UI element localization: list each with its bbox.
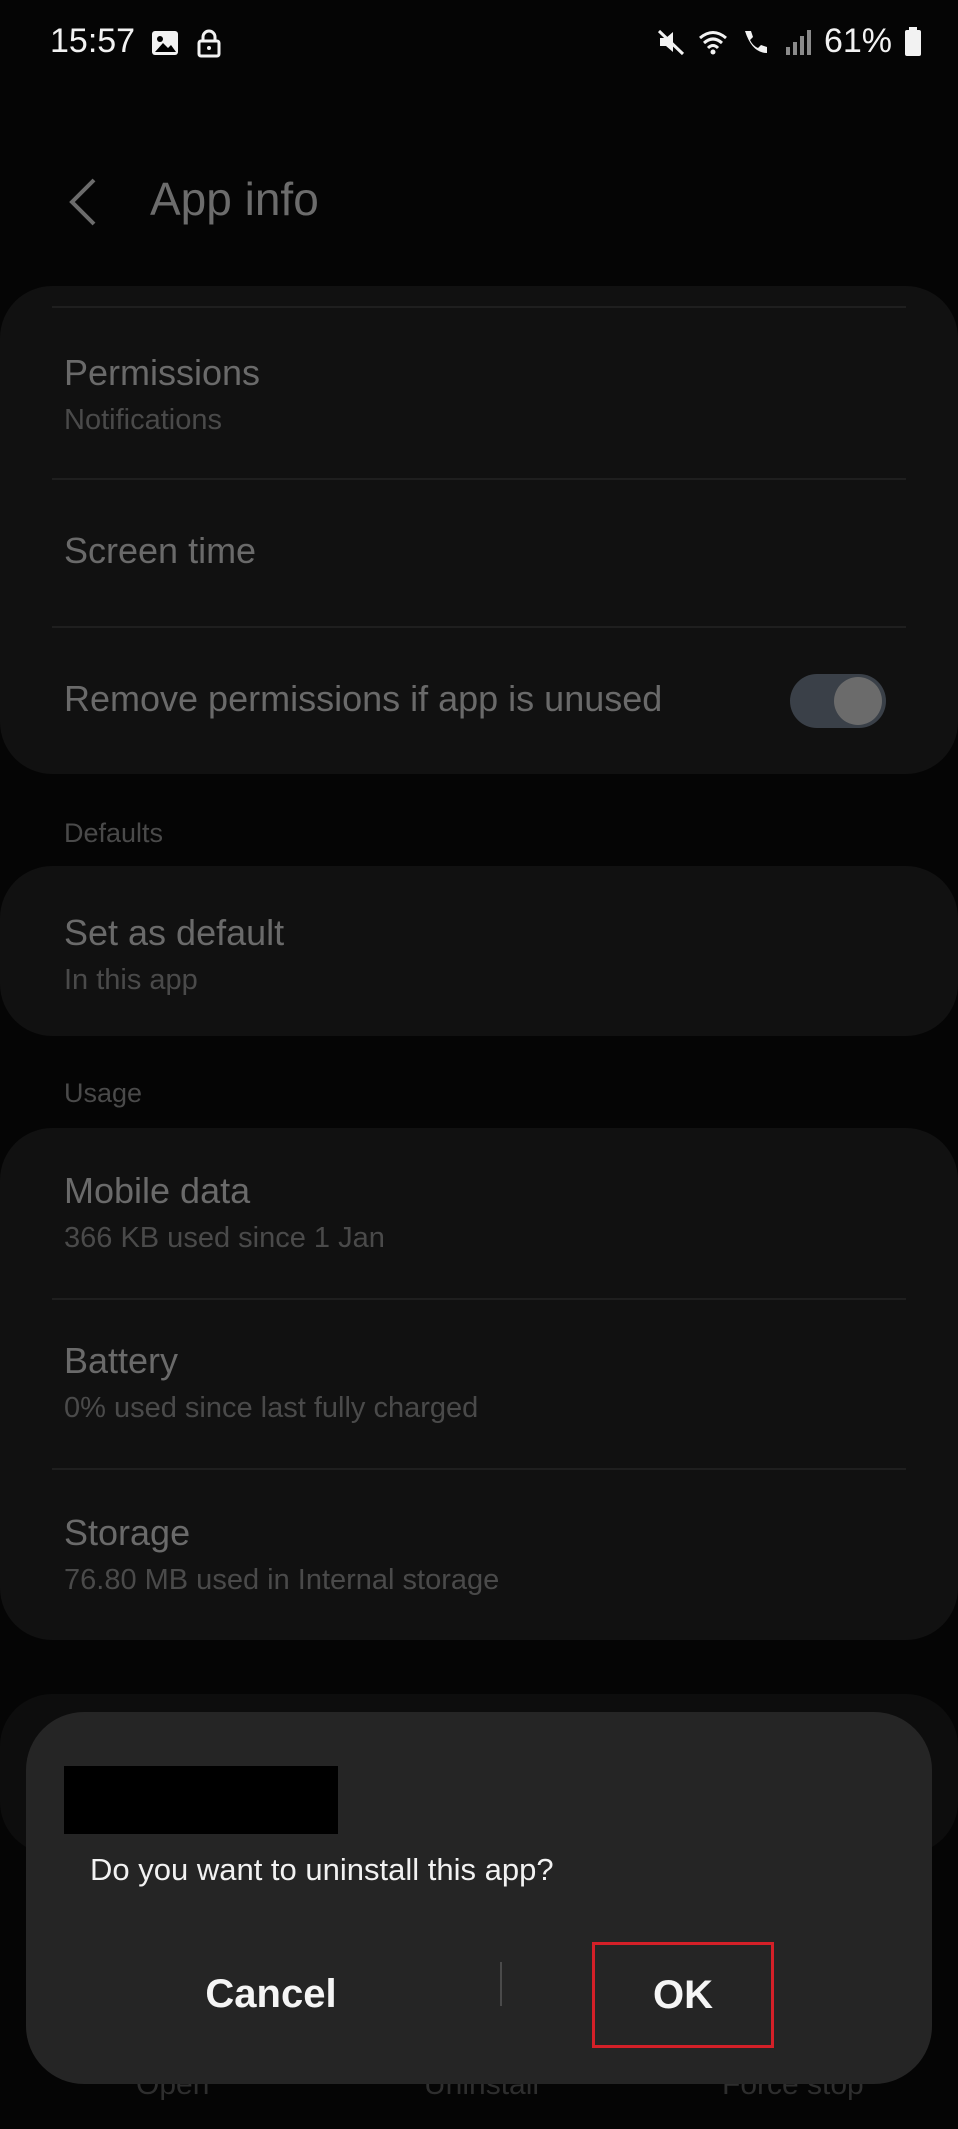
battery-subtitle: 0% used since last fully charged [64, 1392, 479, 1424]
battery-title: Battery [64, 1340, 179, 1381]
mobile-data-title: Mobile data [64, 1170, 251, 1211]
status-time: 15:57 [50, 22, 136, 60]
storage-subtitle: 76.80 MB used in Internal storage [64, 1564, 500, 1596]
lock-icon [197, 29, 221, 58]
permissions-title: Permissions [64, 352, 261, 393]
permissions-card: Permissions Notifications Screen time Re… [0, 286, 958, 774]
button-separator [500, 1962, 502, 2006]
image-icon [152, 31, 178, 55]
mobile-data-row[interactable]: Mobile data 366 KB used since 1 Jan [64, 1170, 894, 1255]
set-as-default-row[interactable]: Set as default In this app [64, 912, 894, 997]
dialog-message: Do you want to uninstall this app? [90, 1852, 554, 1887]
ok-button[interactable]: OK [592, 1942, 774, 2048]
section-label-defaults: Defaults [64, 818, 164, 848]
battery-icon [905, 26, 921, 56]
redacted-app-name [64, 1766, 338, 1834]
screen-time-row[interactable]: Screen time [64, 530, 894, 572]
remove-permissions-toggle[interactable] [790, 674, 886, 728]
divider [52, 1298, 906, 1300]
remove-permissions-row[interactable]: Remove permissions if app is unused [64, 678, 758, 720]
toggle-knob [834, 677, 882, 725]
divider [52, 626, 906, 628]
signal-icon [785, 29, 811, 55]
divider [52, 478, 906, 480]
set-as-default-subtitle: In this app [64, 964, 198, 996]
mobile-data-subtitle: 366 KB used since 1 Jan [64, 1222, 385, 1254]
wifi-icon [698, 30, 727, 54]
divider [52, 306, 906, 308]
page-title: App info [150, 173, 319, 225]
screen-time-title: Screen time [64, 530, 257, 571]
wifi-calling-icon [744, 30, 767, 53]
permissions-row[interactable]: Permissions Notifications [64, 352, 894, 437]
section-label-usage: Usage [64, 1078, 143, 1108]
permissions-subtitle: Notifications [64, 404, 222, 436]
storage-title: Storage [64, 1512, 191, 1553]
defaults-card: Set as default In this app [0, 866, 958, 1036]
back-arrow-icon[interactable] [58, 172, 108, 232]
battery-row[interactable]: Battery 0% used since last fully charged [64, 1340, 894, 1425]
status-left-icons [150, 28, 224, 58]
usage-card: Mobile data 366 KB used since 1 Jan Batt… [0, 1128, 958, 1640]
status-bar: 15:57 61% [0, 0, 958, 92]
battery-percent: 61% [823, 22, 892, 60]
mute-icon [657, 29, 684, 55]
uninstall-dialog: Do you want to uninstall this app? Cance… [26, 1712, 932, 2084]
app-bar: App info [0, 150, 958, 250]
status-right: 61% [656, 22, 922, 61]
set-as-default-title: Set as default [64, 912, 285, 953]
cancel-button[interactable]: Cancel [126, 1954, 416, 2034]
screen: 15:57 61% App info Permissions Notificat… [0, 0, 958, 2129]
divider [52, 1468, 906, 1470]
storage-row[interactable]: Storage 76.80 MB used in Internal storag… [64, 1512, 894, 1597]
remove-permissions-title: Remove permissions if app is unused [64, 678, 663, 719]
